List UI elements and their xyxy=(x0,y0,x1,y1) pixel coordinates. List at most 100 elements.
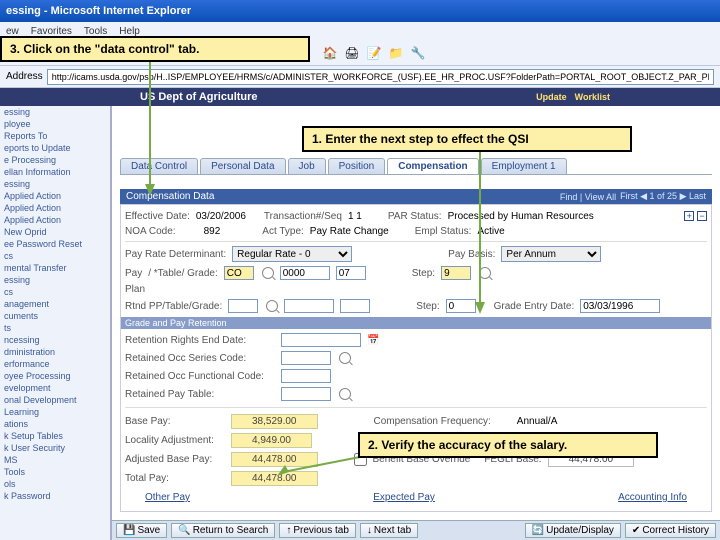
effdate-value: 03/20/2006 xyxy=(196,211,246,222)
sidebar-item[interactable]: anagement xyxy=(0,298,110,310)
sidebar-item[interactable]: ts xyxy=(0,322,110,334)
compfreq-label: Compensation Frequency: xyxy=(374,416,491,427)
address-label: Address xyxy=(6,71,43,82)
pay-label: Pay xyxy=(125,268,142,279)
sidebar-item[interactable]: oyee Processing xyxy=(0,370,110,382)
tab-data-control[interactable]: Data Control xyxy=(120,158,198,174)
print-icon[interactable]: 🖨 xyxy=(344,45,360,61)
parstatus-label: PAR Status: xyxy=(388,211,442,222)
sidebar-item[interactable]: ols xyxy=(0,478,110,490)
sidebar-item[interactable]: essing xyxy=(0,178,110,190)
return-search-button[interactable]: 🔍 Return to Search xyxy=(171,523,275,538)
save-button[interactable]: 💾 Save xyxy=(116,523,167,538)
accounting-link[interactable]: Accounting Info xyxy=(618,492,687,503)
edit-icon[interactable]: 📝 xyxy=(366,45,382,61)
lookup-icon[interactable] xyxy=(262,267,274,279)
paybasis-select[interactable]: Per Annum xyxy=(501,246,601,262)
sidebar-item[interactable]: MS xyxy=(0,454,110,466)
sidebar-item[interactable]: ncessing xyxy=(0,334,110,346)
find-link[interactable]: Find | View All xyxy=(560,192,616,202)
sidebar-item[interactable]: k Password xyxy=(0,490,110,502)
sidebar-item[interactable]: onal Development xyxy=(0,394,110,406)
sidebar-item[interactable]: Tools xyxy=(0,466,110,478)
tab-job[interactable]: Job xyxy=(288,158,326,174)
tab-position[interactable]: Position xyxy=(328,158,386,174)
sidebar-item[interactable]: cs xyxy=(0,250,110,262)
sidebar-item[interactable]: evelopment xyxy=(0,382,110,394)
lookup-icon[interactable] xyxy=(479,267,491,279)
expectedpay-link[interactable]: Expected Pay xyxy=(373,492,435,503)
pay-code-input[interactable] xyxy=(280,266,330,280)
address-input[interactable] xyxy=(47,69,714,85)
next-tab-button[interactable]: ↓ Next tab xyxy=(360,523,418,538)
dept-title: US Dept of Agriculture xyxy=(140,91,258,103)
retfunc-input[interactable] xyxy=(281,369,331,383)
compensation-form: Effective Date: 03/20/2006 Transaction#/… xyxy=(120,204,712,512)
sidebar-item[interactable]: mental Transfer xyxy=(0,262,110,274)
lookup-icon[interactable] xyxy=(339,388,351,400)
sidebar-nav: essing ployee Reports To eports to Updat… xyxy=(0,106,112,540)
worklist-link[interactable]: Worklist xyxy=(575,92,610,102)
sidebar-item[interactable]: k User Security xyxy=(0,442,110,454)
gentry-input[interactable] xyxy=(580,299,660,313)
calendar-icon[interactable]: 📅 xyxy=(367,335,379,346)
menu-favorites[interactable]: Favorites xyxy=(31,26,72,37)
update-display-button[interactable]: 🔄 Update/Display xyxy=(525,523,621,538)
sidebar-item[interactable]: ellan Information xyxy=(0,166,110,178)
sidebar-item[interactable]: New Oprid xyxy=(0,226,110,238)
basepay-value: 38,529.00 xyxy=(231,414,318,429)
folder-icon[interactable]: 📁 xyxy=(388,45,404,61)
sidebar-item[interactable]: dministration xyxy=(0,346,110,358)
otherpay-link[interactable]: Other Pay xyxy=(145,492,190,503)
menu-view[interactable]: ew xyxy=(6,26,19,37)
correct-history-button[interactable]: ✔ Correct History xyxy=(625,523,716,538)
acttype-label: Act Type: xyxy=(262,226,304,237)
sidebar-item[interactable]: essing xyxy=(0,274,110,286)
tool-icon[interactable]: 🔧 xyxy=(410,45,426,61)
nav-count[interactable]: First ◀ 1 of 25 ▶ Last xyxy=(620,191,706,202)
sidebar-item[interactable]: Learning xyxy=(0,406,110,418)
lookup-icon[interactable] xyxy=(339,352,351,364)
update-link[interactable]: Update xyxy=(536,92,567,102)
sidebar-item[interactable]: essing xyxy=(0,106,110,118)
sidebar-item[interactable]: Applied Action xyxy=(0,214,110,226)
tab-strip: Data Control Personal Data Job Position … xyxy=(120,158,712,175)
link-row: Other Pay Expected Pay Accounting Info xyxy=(125,488,707,507)
step2-input[interactable] xyxy=(446,299,476,313)
payrate-select[interactable]: Regular Rate - 0 xyxy=(232,246,352,262)
step-input[interactable] xyxy=(441,266,471,280)
parstatus-value: Processed by Human Resources xyxy=(448,211,594,222)
tab-compensation[interactable]: Compensation xyxy=(387,158,478,174)
lookup-icon[interactable] xyxy=(266,300,278,312)
sidebar-item[interactable]: erformance xyxy=(0,358,110,370)
tab-employment1[interactable]: Employment 1 xyxy=(481,158,567,174)
emplstatus-value: Active xyxy=(477,226,504,237)
sidebar-item[interactable]: ee Password Reset xyxy=(0,238,110,250)
tab-personal-data[interactable]: Personal Data xyxy=(200,158,285,174)
rtnd-input2[interactable] xyxy=(284,299,334,313)
rtnd-input3[interactable] xyxy=(340,299,370,313)
collapse-icon[interactable]: − xyxy=(697,211,707,221)
sidebar-item[interactable]: cs xyxy=(0,286,110,298)
sidebar-item[interactable]: k Setup Tables xyxy=(0,430,110,442)
sidebar-item[interactable]: ations xyxy=(0,418,110,430)
sidebar-item[interactable]: cuments xyxy=(0,310,110,322)
expand-icon[interactable]: + xyxy=(684,211,694,221)
pay-grade-input[interactable] xyxy=(336,266,366,280)
sidebar-item[interactable]: Applied Action xyxy=(0,190,110,202)
sidebar-item[interactable]: ployee xyxy=(0,118,110,130)
sidebar-item[interactable]: e Processing xyxy=(0,154,110,166)
sidebar-item[interactable]: Reports To xyxy=(0,130,110,142)
pay-co-input[interactable] xyxy=(224,266,254,280)
retend-input[interactable] xyxy=(281,333,361,347)
menu-help[interactable]: Help xyxy=(119,26,140,37)
rtnd-label: Rtnd PP/Table/Grade: xyxy=(125,301,222,312)
retpay-input[interactable] xyxy=(281,387,331,401)
retocc-input[interactable] xyxy=(281,351,331,365)
sidebar-item[interactable]: eports to Update xyxy=(0,142,110,154)
menu-tools[interactable]: Tools xyxy=(84,26,107,37)
rtnd-input1[interactable] xyxy=(228,299,258,313)
prev-tab-button[interactable]: ↑ Previous tab xyxy=(279,523,356,538)
sidebar-item[interactable]: Applied Action xyxy=(0,202,110,214)
home-icon[interactable]: 🏠 xyxy=(322,45,338,61)
